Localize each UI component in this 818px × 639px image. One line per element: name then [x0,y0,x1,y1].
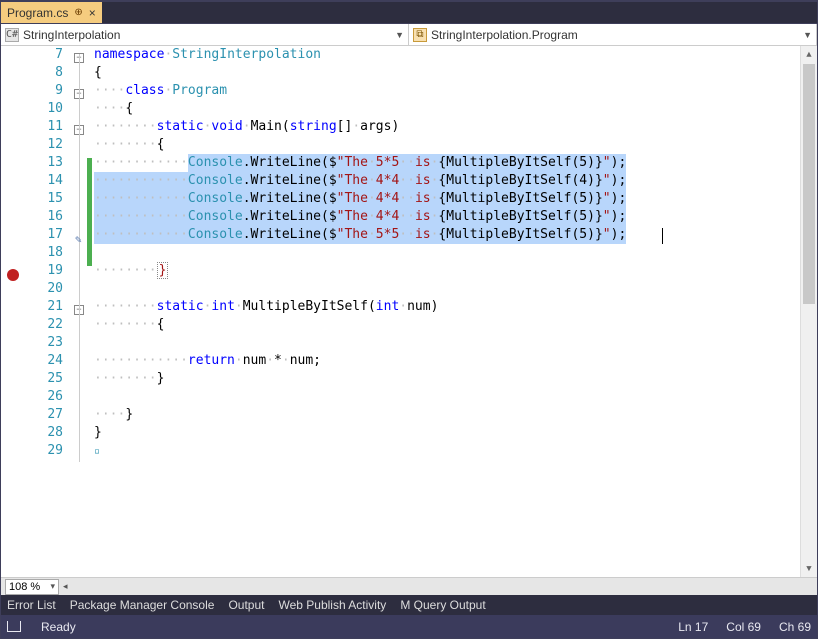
code-line[interactable]: ····{ [92,100,817,118]
panel-tab-pmc[interactable]: Package Manager Console [70,598,215,612]
line-number: 10 [27,100,63,118]
panel-tab-mquery[interactable]: M Query Output [400,598,485,612]
code-line[interactable]: ········{ [92,136,817,154]
bottom-panel-tabs: Error List Package Manager Console Outpu… [1,595,817,615]
line-number: 8 [27,64,63,82]
status-line: Ln 17 [678,620,708,634]
code-editor[interactable]: 7891011121314151617181920212223242526272… [1,46,817,577]
code-line[interactable]: ▫ [92,442,817,460]
code-line[interactable]: ············Console.WriteLine($"The·4*4·… [92,172,817,190]
status-bar: Ready Ln 17 Col 69 Ch 69 [1,615,817,638]
code-line[interactable]: ············Console.WriteLine($"The·5*5·… [92,226,817,244]
code-line[interactable]: ············return·num·*·num; [92,352,817,370]
zoom-combo[interactable]: 108 % ▾ [5,579,59,595]
code-line[interactable]: { [92,64,817,82]
panel-tab-errorlist[interactable]: Error List [7,598,56,612]
navigation-bar: C# StringInterpolation ▼ ⧉ StringInterpo… [1,24,817,46]
line-number: 19 [27,262,63,280]
code-line[interactable]: ····class·Program [92,82,817,100]
code-line[interactable]: ········} [92,262,817,280]
line-number: 24 [27,352,63,370]
line-number: 23 [27,334,63,352]
line-number: 21 [27,298,63,316]
line-number: 29 [27,442,63,460]
line-number: 14 [27,172,63,190]
vertical-scrollbar[interactable]: ▲ ▼ [800,46,817,577]
code-line[interactable]: } [92,424,817,442]
text-caret [662,228,663,244]
line-number: 26 [27,388,63,406]
line-number: 12 [27,136,63,154]
status-tray-icon [7,621,21,632]
code-content[interactable]: namespace·StringInterpolation{····class·… [92,46,817,577]
line-number: 13 [27,154,63,172]
nav-member-combo[interactable]: ⧉ StringInterpolation.Program ▼ [409,24,817,45]
line-number: 9 [27,82,63,100]
edit-mark-icon: ✎ [75,233,82,247]
outline-gutter[interactable]: −−−− [73,46,87,577]
code-line[interactable] [92,334,817,352]
chevron-down-icon: ▼ [395,30,404,40]
document-tab-label: Program.cs [7,6,68,20]
pin-icon[interactable]: ⊕ [74,7,82,18]
nav-scope-label: StringInterpolation [23,28,120,42]
code-line[interactable] [92,244,817,262]
csharp-icon: C# [5,28,19,42]
line-number: 18 [27,244,63,262]
line-number-gutter: 7891011121314151617181920212223242526272… [27,46,73,577]
document-tab-bar: Program.cs ⊕ × [1,2,817,24]
code-line[interactable]: namespace·StringInterpolation [92,46,817,64]
line-number: 7 [27,46,63,64]
status-ch: Ch 69 [779,620,811,634]
breakpoint-icon[interactable] [7,269,19,281]
status-ready: Ready [41,620,76,634]
line-number: 25 [27,370,63,388]
scrollbar-thumb[interactable] [803,64,815,304]
breakpoint-margin[interactable] [1,46,27,577]
document-tab-program[interactable]: Program.cs ⊕ × [1,2,102,23]
split-chevron-icon[interactable]: ◂ [63,581,68,592]
line-number: 16 [27,208,63,226]
status-col: Col 69 [726,620,761,634]
code-line[interactable]: ············Console.WriteLine($"The·4*4·… [92,190,817,208]
chevron-down-icon: ▼ [803,30,812,40]
nav-scope-combo[interactable]: C# StringInterpolation ▼ [1,24,409,45]
code-line[interactable]: ········{ [92,316,817,334]
line-number: 11 [27,118,63,136]
line-number: 27 [27,406,63,424]
line-number: 15 [27,190,63,208]
line-number: 28 [27,424,63,442]
nav-member-label: StringInterpolation.Program [431,28,578,42]
code-line[interactable]: ········} [92,370,817,388]
line-number: 22 [27,316,63,334]
code-line[interactable]: ············Console.WriteLine($"The·5*5·… [92,154,817,172]
code-line[interactable]: ········static·void·Main(string[]·args) [92,118,817,136]
panel-tab-webpublish[interactable]: Web Publish Activity [278,598,386,612]
scroll-down-icon[interactable]: ▼ [801,560,817,577]
code-line[interactable]: ············Console.WriteLine($"The·4*4·… [92,208,817,226]
line-number: 17 [27,226,63,244]
zoom-bar: 108 % ▾ ◂ [1,577,817,595]
code-line[interactable]: ········static·int·MultipleByItSelf(int·… [92,298,817,316]
line-number: 20 [27,280,63,298]
scroll-up-icon[interactable]: ▲ [801,46,817,63]
class-icon: ⧉ [413,28,427,42]
chevron-down-icon: ▾ [50,581,55,592]
close-icon[interactable]: × [89,6,96,20]
code-line[interactable] [92,280,817,298]
code-line[interactable]: ····} [92,406,817,424]
code-line[interactable] [92,388,817,406]
zoom-value: 108 % [9,581,40,593]
panel-tab-output[interactable]: Output [228,598,264,612]
